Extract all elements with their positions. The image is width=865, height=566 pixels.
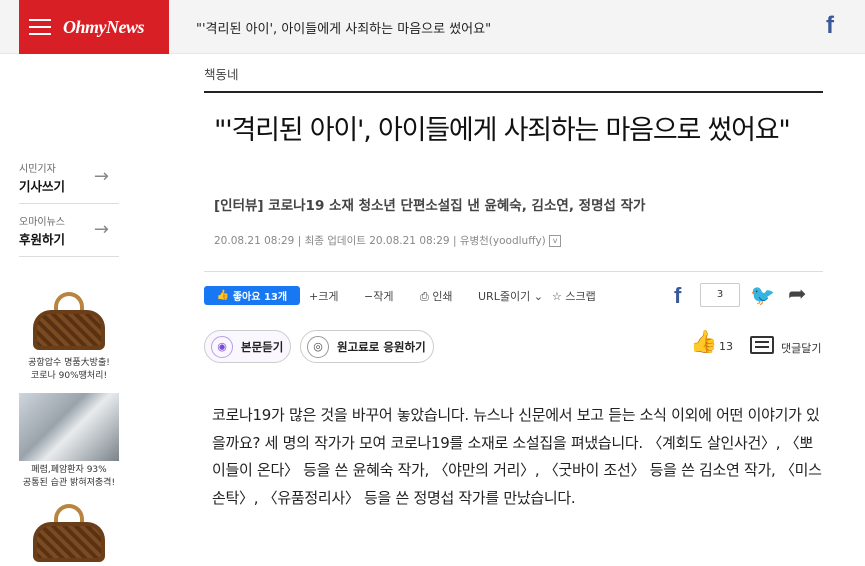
twitter-icon[interactable]: 🐦 xyxy=(750,283,775,307)
ad-caption: 폐렴,폐암환자 93% xyxy=(31,465,107,475)
ad-banner[interactable] xyxy=(19,498,119,566)
chevron-down-icon[interactable]: v xyxy=(549,235,562,247)
section-divider xyxy=(204,91,823,93)
support-label: 원고료로 응원하기 xyxy=(337,339,426,354)
share-arrow-icon[interactable]: ➦ xyxy=(788,282,806,307)
comment-button[interactable]: 댓글달기 xyxy=(781,340,821,356)
chevron-down-icon: ⌄ xyxy=(533,290,543,303)
facebook-icon[interactable]: f xyxy=(826,12,834,40)
menu-icon[interactable] xyxy=(29,14,51,40)
publish-date: 20.08.21 08:29 xyxy=(214,235,295,247)
sidebar-link-main: 후원하기 xyxy=(19,232,66,247)
article-meta: 20.08.21 08:29 | 최종 업데이트 20.08.21 08:29 … xyxy=(214,233,562,248)
speaker-icon: ◉ xyxy=(211,335,233,358)
ad-caption: 공통된 습관 밝혀져충격! xyxy=(22,478,116,488)
divider xyxy=(204,271,823,272)
ad-caption: 공항압수 명품大방출! xyxy=(28,358,110,368)
top-bar: OhmyNews "'격리된 아이', 아이들에게 사죄하는 마음으로 썼어요"… xyxy=(0,0,865,54)
thumbs-up-icon: 👍 xyxy=(216,290,233,301)
ad-image xyxy=(19,286,119,354)
facebook-like-button[interactable]: 👍 좋아요 13개 xyxy=(204,286,300,305)
url-shorten-label: URL줄이기 xyxy=(478,290,531,303)
facebook-share-icon[interactable]: f xyxy=(674,283,681,309)
thumbs-up-icon[interactable]: 👍 xyxy=(690,330,717,355)
section-label[interactable]: 책동네 xyxy=(204,64,239,83)
print-button[interactable]: ⎙ 인쇄 xyxy=(420,288,453,304)
ad-image xyxy=(19,498,119,566)
sidebar-link-write[interactable]: 시민기자 기사쓰기 → xyxy=(19,154,119,204)
share-count: 3 xyxy=(700,283,740,307)
print-label: 인쇄 xyxy=(432,290,453,303)
author-name[interactable]: 유병천(yoodluffy) xyxy=(460,235,546,247)
likes-count: 13 xyxy=(719,340,733,353)
url-shorten-button[interactable]: URL줄이기 ⌄ xyxy=(478,288,543,304)
support-button[interactable]: ◎ 원고료로 응원하기 xyxy=(300,330,434,363)
logo-text: OhmyNews xyxy=(63,16,145,37)
arrow-right-icon: → xyxy=(93,219,109,240)
logo[interactable]: OhmyNews xyxy=(19,0,169,54)
update-date: 최종 업데이트 20.08.21 08:29 xyxy=(304,235,450,247)
font-larger-button[interactable]: +크게 xyxy=(309,288,338,304)
sidebar-link-sub: 오마이뉴스 xyxy=(19,217,65,228)
meta-separator: | xyxy=(297,235,302,247)
printer-icon: ⎙ xyxy=(420,290,429,303)
meta-separator: | xyxy=(452,235,457,247)
article-subhead: [인터뷰] 코로나19 소재 청소년 단편소설집 낸 윤혜숙, 김소연, 정명섭… xyxy=(214,198,646,214)
sidebar-link-main: 기사쓰기 xyxy=(19,179,66,194)
ad-banner[interactable]: 공항압수 명품大방출! 코로나 90%땡처리! xyxy=(19,286,119,383)
listen-label: 본문듣기 xyxy=(241,339,284,354)
ad-banner[interactable]: 폐렴,폐암환자 93% 공통된 습관 밝혀져충격! xyxy=(19,393,119,490)
scrap-label: 스크랩 xyxy=(565,290,596,303)
coin-icon: ◎ xyxy=(307,335,329,358)
ad-image xyxy=(19,393,119,461)
listen-button[interactable]: ◉ 본문듣기 xyxy=(204,330,291,363)
like-label: 좋아요 13개 xyxy=(232,292,288,303)
sidebar-link-donate[interactable]: 오마이뉴스 후원하기 → xyxy=(19,207,119,257)
star-icon: ☆ xyxy=(552,290,562,303)
top-article-title: "'격리된 아이', 아이들에게 사죄하는 마음으로 썼어요" xyxy=(196,22,492,37)
font-smaller-button[interactable]: −작게 xyxy=(364,288,393,304)
sidebar-link-sub: 시민기자 xyxy=(19,164,56,175)
comment-icon[interactable] xyxy=(750,336,774,354)
page-title: "'격리된 아이', 아이들에게 사죄하는 마음으로 썼어요" xyxy=(214,115,791,146)
arrow-right-icon: → xyxy=(93,166,109,187)
article-body: 코로나19가 많은 것을 바꾸어 놓았습니다. 뉴스나 신문에서 보고 듣는 소… xyxy=(212,406,822,507)
ad-caption: 코로나 90%땡처리! xyxy=(30,371,108,381)
scrap-button[interactable]: ☆ 스크랩 xyxy=(552,288,596,304)
